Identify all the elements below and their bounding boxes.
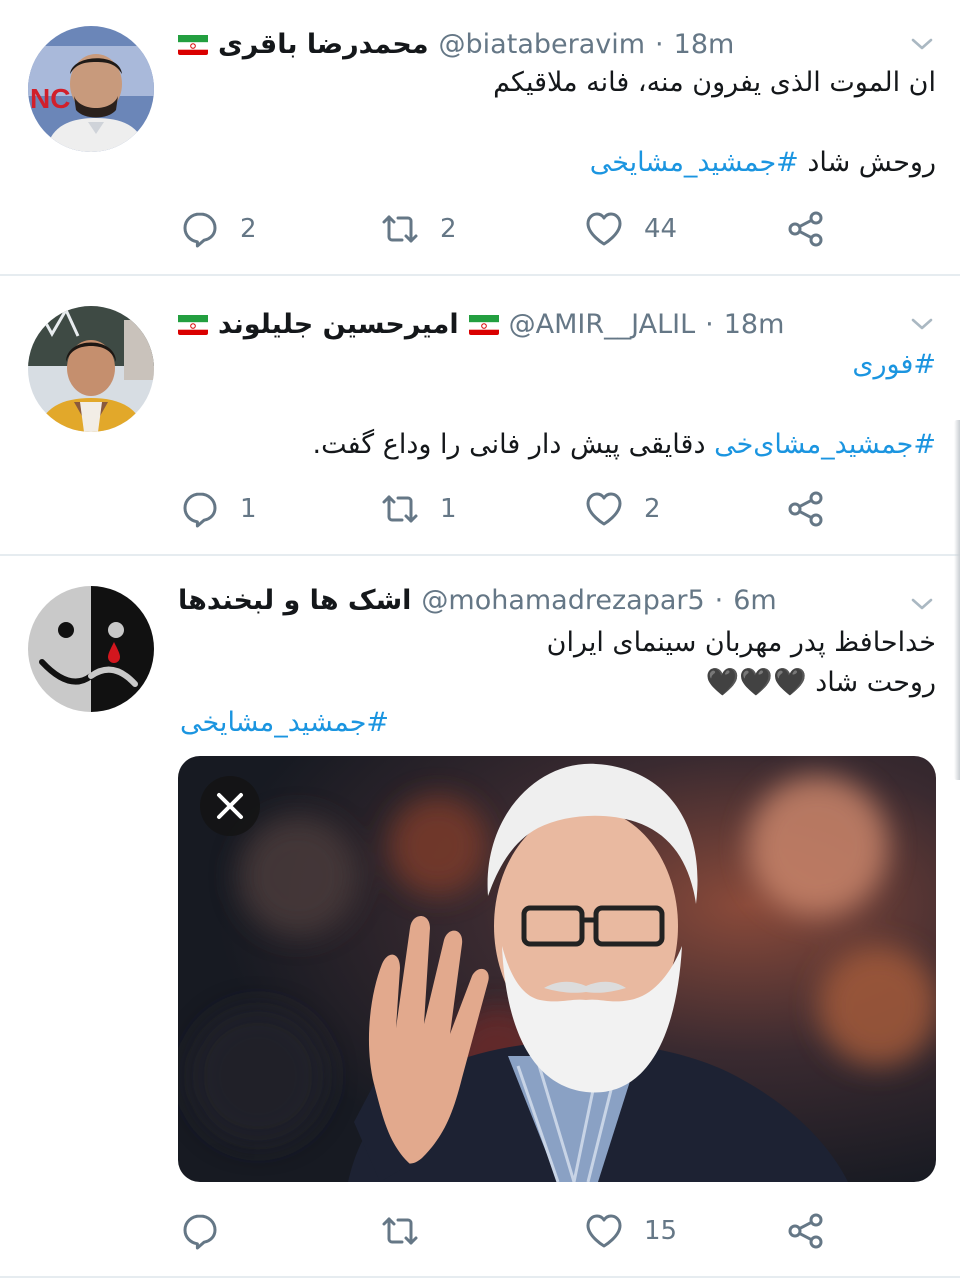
retweet-button[interactable]: 1 [380,486,457,532]
hashtag-link[interactable]: #جمشید_مشای‌خی [714,429,936,460]
reply-icon [180,489,220,529]
display-name[interactable]: محمدرضا باقری [218,29,429,60]
tweet[interactable]: اشک ها و لبخندها @mohamadrezapar5 · 6m خ… [0,556,960,1280]
reply-button[interactable]: 1 [180,486,257,532]
like-button[interactable]: 15 [584,1208,677,1254]
iran-flag-icon [178,313,208,335]
tweet-text: #فوری [852,346,936,384]
tweet-media-image[interactable] [178,756,936,1182]
separator-dot: · [714,584,724,616]
timestamp[interactable]: 18m [674,29,735,60]
user-handle[interactable]: @mohamadrezapar5 [421,585,704,616]
retweet-count: 2 [440,214,457,244]
share-icon [786,209,826,249]
reply-count: 1 [240,494,257,524]
like-icon [584,209,624,249]
user-handle[interactable]: @AMIR__JALIL [509,309,696,340]
tweet-text-line: ان الموت الذی یفرون منه، فانه ملاقیکم [493,67,936,98]
avatar[interactable] [28,306,154,432]
tweet-text-prefix: روحش شاد [798,147,936,178]
tweet-text: #جمشید_مشایخی [180,704,389,742]
like-count: 15 [644,1216,678,1246]
share-icon [786,1211,826,1251]
like-icon [584,489,624,529]
separator-dot: · [705,308,714,340]
share-button[interactable] [786,1208,826,1254]
avatar[interactable]: NC [28,26,154,152]
tweet-text: #جمشید_مشای‌خی دقایقی پیش دار فانی را ود… [313,426,936,464]
reply-button[interactable]: 2 [180,206,257,252]
tweet-text: ان الموت الذی یفرون منه، فانه ملاقیکم [493,64,936,102]
reply-count: 2 [240,214,257,244]
tweet[interactable]: NC محمدرضا باقری @biataberavim · 18m ان … [0,0,960,274]
tweet-divider [0,1276,960,1278]
retweet-icon [380,1211,420,1251]
share-icon [786,489,826,529]
retweet-count: 1 [440,494,457,524]
reply-icon [180,209,220,249]
share-button[interactable] [786,206,826,252]
close-icon[interactable] [200,776,260,836]
tweet-text: خداحافظ پدر مهربان سینمای ایران [547,624,936,662]
reply-button[interactable] [180,1208,240,1254]
user-handle[interactable]: @biataberavim [439,29,646,60]
tweet-text: روحش شاد #جمشید_مشایخی [590,144,936,182]
timestamp[interactable]: 6m [733,585,776,616]
chevron-down-icon[interactable] [910,32,934,56]
like-count: 44 [644,214,678,244]
retweet-button[interactable] [380,1208,440,1254]
retweet-icon [380,489,420,529]
like-count: 2 [644,494,661,524]
tweet-header: محمدرضا باقری @biataberavim · 18m [178,24,890,64]
tweet-actions: 15 [0,1208,960,1254]
tweet-text-line: روحت شاد 🖤🖤🖤 [705,667,936,698]
like-icon [584,1211,624,1251]
tweet-text-line: خداحافظ پدر مهربان سینمای ایران [546,627,936,658]
retweet-button[interactable]: 2 [380,206,457,252]
tweet-text: روحت شاد 🖤🖤🖤 [706,664,936,702]
display-name[interactable]: اشک ها و لبخندها [178,585,411,616]
reply-icon [180,1211,220,1251]
chevron-down-icon[interactable] [910,312,934,336]
share-button[interactable] [786,486,826,532]
display-name[interactable]: امیرحسین جلیلوند [218,309,459,340]
timestamp[interactable]: 18m [724,309,785,340]
like-button[interactable]: 44 [584,206,677,252]
tweet-actions: 2 2 44 [0,206,960,252]
tweet-header: امیرحسین جلیلوند @AMIR__JALIL · 18m [178,304,890,344]
iran-flag-icon [178,33,208,55]
tweet-text-rest: دقایقی پیش دار فانی را وداع گفت. [312,429,715,460]
hashtag-link[interactable]: #فوری [852,349,936,380]
like-button[interactable]: 2 [584,486,661,532]
chevron-down-icon[interactable] [910,592,934,616]
scrollbar[interactable] [954,420,960,780]
retweet-icon [380,209,420,249]
tweet-header: اشک ها و لبخندها @mohamadrezapar5 · 6m [178,580,890,620]
svg-text:NC: NC [30,83,70,114]
iran-flag-icon [469,313,499,335]
separator-dot: · [655,28,664,60]
tweet-actions: 1 1 2 [0,486,960,532]
tweet[interactable]: امیرحسین جلیلوند @AMIR__JALIL · 18m #فور… [0,276,960,554]
hashtag-link[interactable]: #جمشید_مشایخی [590,147,799,178]
hashtag-link[interactable]: #جمشید_مشایخی [180,707,389,738]
avatar[interactable] [28,586,154,712]
